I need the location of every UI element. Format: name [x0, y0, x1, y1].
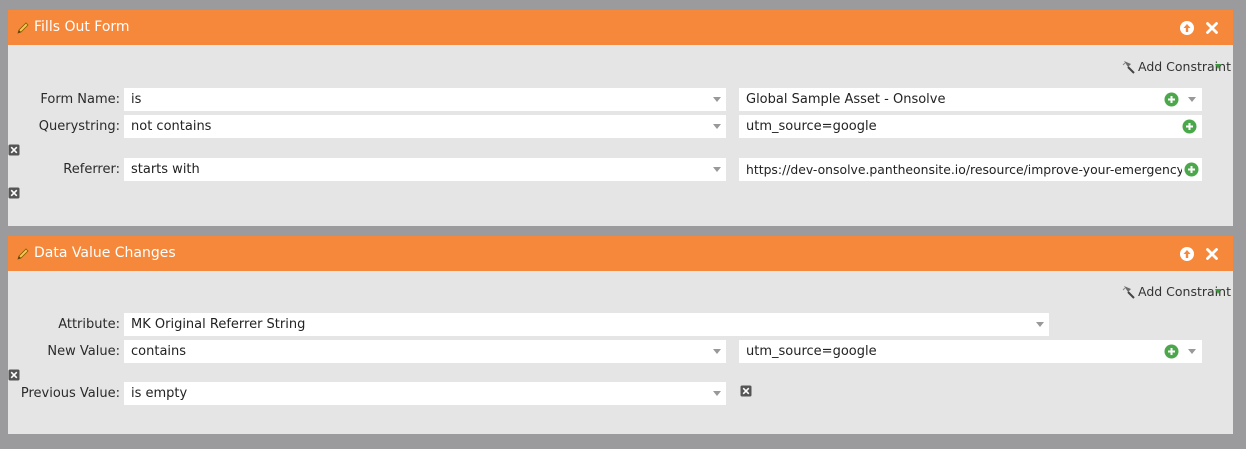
- remove-x-icon[interactable]: [740, 385, 752, 397]
- new-value-operator-select[interactable]: contains: [124, 340, 726, 363]
- referrer-value-input[interactable]: https://dev-onsolve.pantheonsite.io/reso…: [739, 158, 1202, 181]
- add-constraint-button[interactable]: Add Constraint: [1121, 283, 1231, 301]
- select-value: MK Original Referrer String: [131, 317, 306, 332]
- panel-header: Data Value Changes: [8, 236, 1233, 271]
- close-icon[interactable]: [1204, 246, 1220, 262]
- remove-x-icon[interactable]: [8, 187, 20, 199]
- previous-value-label: Previous Value:: [20, 386, 120, 401]
- select-value: utm_source=google: [746, 344, 877, 359]
- dropdown-caret-icon[interactable]: [1188, 97, 1196, 102]
- select-value: Global Sample Asset - Onsolve: [746, 92, 946, 107]
- dropdown-caret-icon: [713, 124, 721, 129]
- add-circle-icon[interactable]: [1182, 119, 1197, 134]
- dropdown-caret-icon: [713, 97, 721, 102]
- wand-icon: [1122, 286, 1135, 299]
- select-value: starts with: [131, 162, 200, 177]
- querystring-value-input[interactable]: utm_source=google: [739, 115, 1202, 138]
- panel-header: Fills Out Form: [8, 10, 1233, 45]
- dropdown-caret-icon: [1036, 322, 1044, 327]
- panel-title: Fills Out Form: [34, 19, 130, 35]
- querystring-label: Querystring:: [38, 119, 120, 134]
- form-name-label: Form Name:: [40, 92, 120, 107]
- select-value: is empty: [131, 386, 188, 401]
- dropdown-caret-icon[interactable]: [1188, 349, 1196, 354]
- dropdown-caret-icon: [1215, 64, 1221, 69]
- close-icon[interactable]: [1204, 20, 1220, 36]
- input-value: utm_source=google: [746, 119, 877, 134]
- new-value-value-select[interactable]: utm_source=google: [739, 340, 1202, 363]
- dropdown-caret-icon: [1215, 289, 1221, 294]
- select-value: is: [131, 92, 142, 107]
- input-value: https://dev-onsolve.pantheonsite.io/reso…: [746, 162, 1182, 177]
- querystring-operator-select[interactable]: not contains: [124, 115, 726, 138]
- previous-value-operator-select[interactable]: is empty: [124, 382, 726, 405]
- form-name-operator-select[interactable]: is: [124, 88, 726, 111]
- referrer-operator-select[interactable]: starts with: [124, 158, 726, 181]
- move-up-icon[interactable]: [1179, 246, 1195, 262]
- dropdown-caret-icon: [713, 167, 721, 172]
- dropdown-caret-icon: [713, 349, 721, 354]
- attribute-select[interactable]: MK Original Referrer String: [124, 313, 1049, 336]
- add-constraint-button[interactable]: Add Constraint: [1121, 58, 1231, 76]
- form-name-value-select[interactable]: Global Sample Asset - Onsolve: [739, 88, 1202, 111]
- wand-icon: [1122, 61, 1135, 74]
- remove-x-icon[interactable]: [8, 144, 20, 156]
- dropdown-caret-icon: [713, 391, 721, 396]
- move-up-icon[interactable]: [1179, 20, 1195, 36]
- attribute-label: Attribute:: [58, 317, 120, 332]
- select-value: contains: [131, 344, 187, 359]
- data-value-changes-panel: Data Value Changes Add Constraint Attrib…: [8, 236, 1233, 434]
- remove-x-icon[interactable]: [8, 369, 20, 381]
- add-circle-icon[interactable]: [1184, 162, 1199, 177]
- panel-title: Data Value Changes: [34, 245, 176, 261]
- add-circle-icon[interactable]: [1164, 92, 1179, 107]
- pencil-icon: [17, 22, 29, 34]
- select-value: not contains: [131, 119, 212, 134]
- fills-out-form-panel: Fills Out Form Add Constraint Form Name:…: [8, 10, 1233, 226]
- new-value-label: New Value:: [47, 344, 120, 359]
- add-circle-icon[interactable]: [1164, 344, 1179, 359]
- referrer-label: Referrer:: [63, 162, 120, 177]
- pencil-icon: [17, 248, 29, 260]
